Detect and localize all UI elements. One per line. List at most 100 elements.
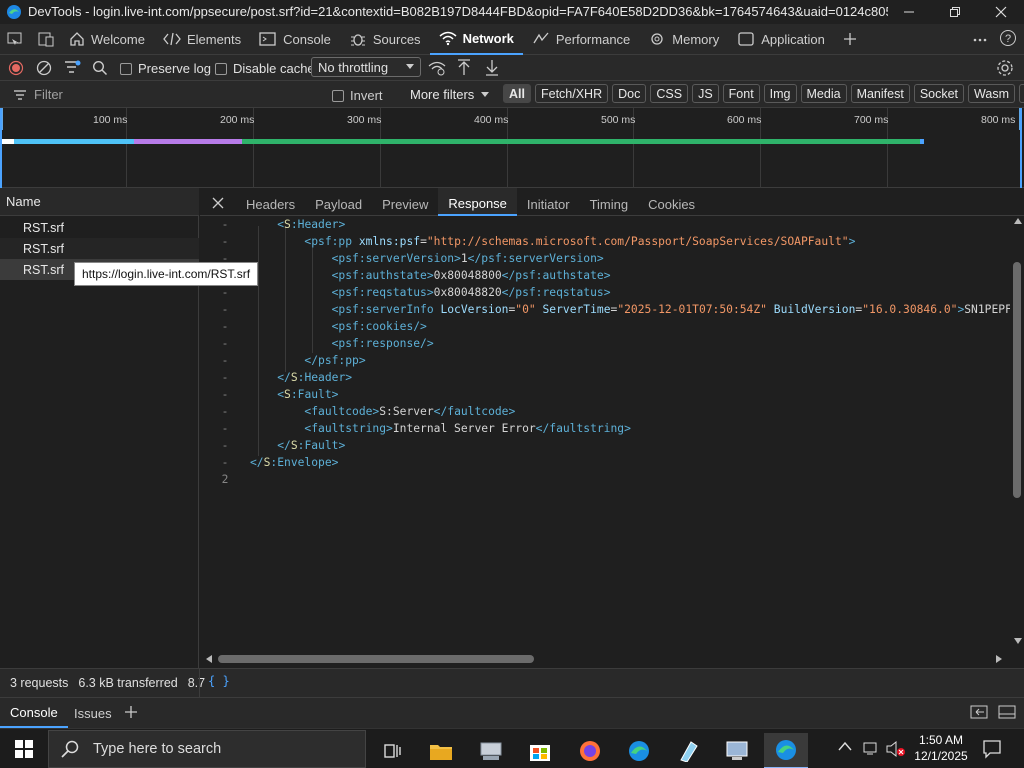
scroll-left-arrow-icon[interactable]: [206, 655, 212, 663]
filter-type-js[interactable]: JS: [692, 84, 719, 103]
chevron-down-icon: [405, 63, 415, 71]
line-gutter: -: [221, 388, 229, 401]
filter-type-media[interactable]: Media: [800, 84, 847, 103]
horizontal-scroll-thumb[interactable]: [218, 655, 534, 663]
volume-muted-icon[interactable]: [886, 740, 906, 758]
tab-elements[interactable]: Elements: [154, 24, 250, 55]
tab-headers[interactable]: Headers: [236, 188, 305, 216]
drawer-add-tab-icon[interactable]: [124, 705, 138, 719]
pretty-print-button[interactable]: { }: [208, 674, 230, 688]
filter-type-font[interactable]: Font: [722, 84, 760, 103]
edge-browser-icon[interactable]: [617, 733, 661, 768]
divider: [199, 669, 200, 697]
filter-input[interactable]: Filter: [14, 87, 63, 102]
filter-lines-icon: [14, 89, 26, 101]
clock[interactable]: 1:50 AM 12/1/2025: [910, 732, 972, 764]
network-status-icon[interactable]: [862, 740, 880, 756]
tab-cookies[interactable]: Cookies: [638, 188, 705, 216]
microsoft-store-icon[interactable]: [518, 733, 562, 768]
code-line: 2: [200, 471, 1010, 488]
filter-toggle-icon[interactable]: [64, 59, 82, 75]
tab-network[interactable]: Network: [429, 24, 523, 55]
device-toolbar-icon[interactable]: [7, 31, 25, 47]
name-column-header[interactable]: Name: [0, 188, 199, 216]
clear-icon[interactable]: [36, 60, 52, 76]
preserve-log-checkbox[interactable]: Preserve log: [120, 61, 211, 76]
tab-sources[interactable]: Sources: [340, 24, 430, 55]
filter-type-manifest[interactable]: Manifest: [850, 84, 910, 103]
add-tab-button[interactable]: [834, 24, 866, 55]
checkbox-box[interactable]: [120, 62, 132, 75]
checkbox-box[interactable]: [215, 62, 227, 75]
dock-drawer-icon[interactable]: [970, 705, 988, 719]
filter-type-css[interactable]: CSS: [650, 84, 689, 103]
throttling-select[interactable]: No throttling: [311, 57, 421, 77]
network-settings-gear-icon[interactable]: [996, 59, 1014, 77]
request-details-panel: Headers Payload Preview Response Initiat…: [200, 187, 1024, 668]
scroll-up-arrow-icon[interactable]: [1014, 218, 1022, 224]
drawer-tab-console[interactable]: Console: [0, 698, 68, 728]
remote-desktop-icon[interactable]: [715, 733, 759, 768]
filter-type-other[interactable]: Other: [1018, 84, 1024, 103]
request-name: RST.srf: [23, 262, 64, 277]
more-filters-dropdown[interactable]: More filters: [410, 87, 490, 102]
tab-response[interactable]: Response: [438, 187, 517, 216]
drawer-tab-issues[interactable]: Issues: [64, 698, 122, 728]
close-details-button[interactable]: [200, 195, 236, 209]
filter-placeholder: Filter: [34, 87, 63, 102]
file-explorer-icon[interactable]: [419, 733, 463, 768]
horizontal-scrollbar[interactable]: [204, 653, 1004, 665]
tab-timing[interactable]: Timing: [580, 188, 639, 216]
export-har-icon[interactable]: [484, 59, 500, 77]
close-drawer-icon[interactable]: [998, 705, 1016, 719]
code-line: - </S:Fault>: [200, 437, 1010, 454]
request-row[interactable]: RST.srf: [0, 217, 199, 238]
filter-type-socket[interactable]: Socket: [913, 84, 965, 103]
tab-console[interactable]: Console: [250, 24, 340, 55]
tick-label: 500 ms: [601, 114, 636, 126]
line-gutter: -: [221, 371, 229, 384]
taskbar-search-box[interactable]: Type here to search: [48, 730, 366, 768]
code-line: - <faultstring>Internal Server Error</fa…: [200, 420, 1010, 437]
minimize-button[interactable]: [886, 0, 932, 24]
vertical-scrollbar[interactable]: [1012, 218, 1022, 648]
record-button[interactable]: [8, 60, 24, 76]
tab-memory[interactable]: Memory: [639, 24, 728, 55]
show-hidden-icons-chevron-up-icon[interactable]: [838, 741, 852, 751]
tick-label: 400 ms: [474, 114, 509, 126]
restore-button[interactable]: [932, 0, 978, 24]
network-drive-icon[interactable]: [469, 733, 513, 768]
scroll-right-arrow-icon[interactable]: [996, 655, 1002, 663]
search-icon[interactable]: [92, 60, 108, 76]
response-code-view[interactable]: - <S:Header> - <psf:pp xmlns:psf="http:/…: [200, 216, 1010, 648]
tab-preview[interactable]: Preview: [372, 188, 438, 216]
tab-application[interactable]: Application: [728, 24, 834, 55]
edge-devtools-taskbar-icon[interactable]: [764, 733, 808, 768]
tab-welcome[interactable]: Welcome: [60, 24, 154, 55]
filter-type-doc[interactable]: Doc: [612, 84, 647, 103]
tab-initiator[interactable]: Initiator: [517, 188, 580, 216]
help-icon[interactable]: ?: [999, 29, 1017, 47]
more-options-icon[interactable]: [972, 33, 988, 47]
invert-checkbox[interactable]: Invert: [332, 88, 383, 103]
close-window-button[interactable]: [978, 0, 1024, 24]
device-emulation-icon[interactable]: [37, 31, 55, 47]
start-button[interactable]: [0, 729, 48, 768]
scroll-down-arrow-icon[interactable]: [1014, 638, 1022, 644]
filter-type-all[interactable]: All: [503, 84, 531, 103]
firefox-icon[interactable]: [568, 733, 612, 768]
vertical-scroll-thumb[interactable]: [1013, 262, 1021, 498]
task-view-icon[interactable]: [370, 733, 414, 768]
filter-type-img[interactable]: Img: [763, 84, 797, 103]
checkbox-box[interactable]: [332, 89, 344, 102]
tab-performance[interactable]: Performance: [523, 24, 639, 55]
import-har-icon[interactable]: [456, 59, 472, 77]
tab-payload[interactable]: Payload: [305, 188, 372, 216]
notepad-app-icon[interactable]: [666, 733, 710, 768]
network-conditions-icon[interactable]: [428, 60, 446, 76]
request-row[interactable]: RST.srf: [0, 238, 199, 259]
disable-cache-checkbox[interactable]: Disable cache: [215, 61, 315, 76]
filter-type-wasm[interactable]: Wasm: [968, 84, 1015, 103]
notifications-icon[interactable]: [982, 739, 1002, 759]
filter-type-fetch-xhr[interactable]: Fetch/XHR: [534, 84, 609, 103]
